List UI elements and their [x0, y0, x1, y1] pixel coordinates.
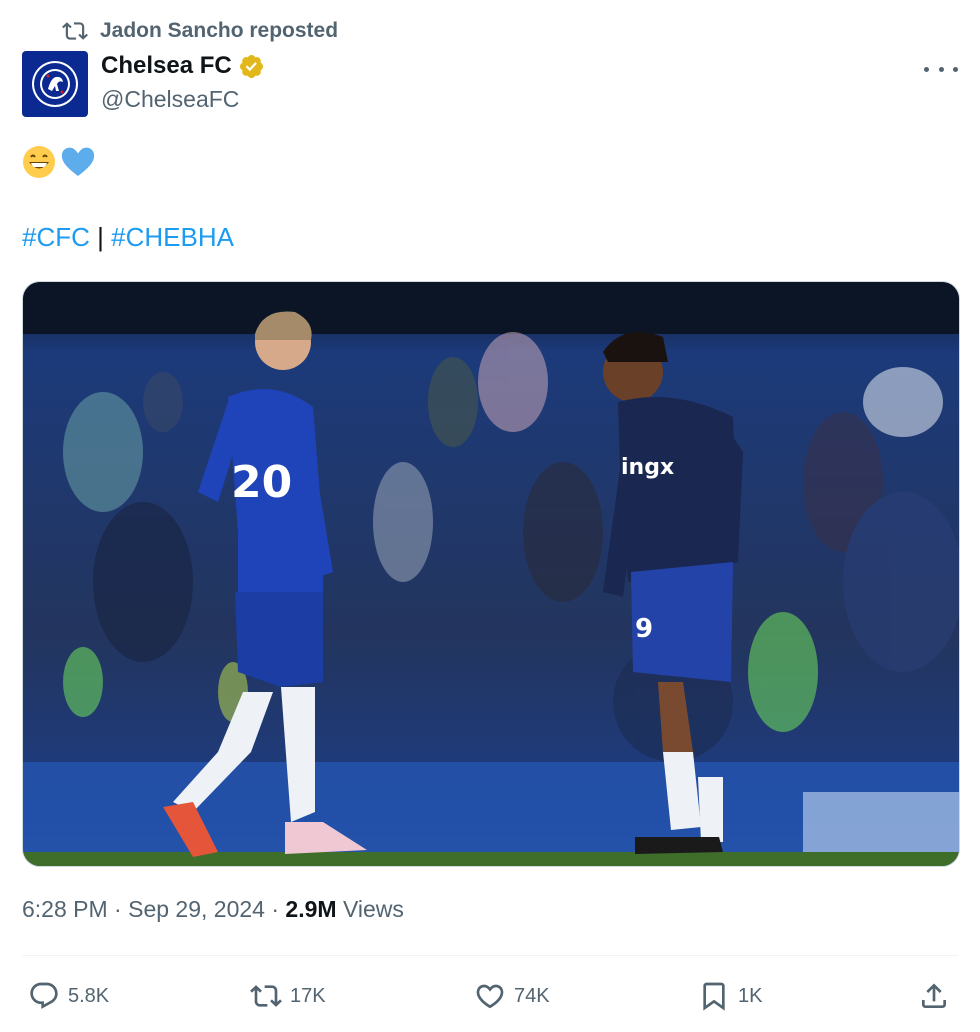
tweet-metadata: 6:28 PM · Sep 29, 2024 · 2.9M Views — [22, 896, 404, 923]
repost-button[interactable]: 17K — [250, 976, 326, 1016]
bookmark-icon — [703, 982, 725, 1011]
avatar[interactable] — [22, 51, 88, 117]
divider — [22, 955, 958, 956]
views-count: 2.9M — [285, 896, 337, 922]
reply-icon — [30, 982, 58, 1009]
like-count: 74K — [514, 984, 550, 1007]
photo-image: 20 ingx 9 — [23, 282, 959, 866]
meta-separator: · — [114, 896, 122, 922]
author-name[interactable]: Chelsea FC — [101, 52, 232, 80]
repost-icon — [62, 22, 88, 40]
verified-badge-icon — [239, 54, 263, 78]
share-icon — [922, 983, 946, 1008]
share-button[interactable] — [918, 976, 958, 1016]
reply-count: 5.8K — [68, 984, 110, 1007]
svg-text:9: 9 — [635, 614, 653, 644]
reply-button[interactable]: 5.8K — [28, 976, 109, 1016]
hashtag-cfc-link[interactable]: #CFC — [22, 222, 90, 252]
more-dot — [953, 66, 958, 72]
more-options-button[interactable] — [924, 54, 958, 84]
author-handle[interactable]: @ChelseaFC — [101, 86, 239, 113]
chelsea-crest-icon — [32, 61, 78, 107]
blue-heart-icon — [61, 147, 95, 176]
tweet-date[interactable]: Sep 29, 2024 — [128, 896, 265, 922]
bookmark-button[interactable]: 1K — [698, 976, 762, 1016]
repost-icon — [250, 985, 282, 1007]
action-bar: 5.8K 17K 74K 1K — [0, 976, 980, 1016]
author-name-row[interactable]: Chelsea FC — [101, 52, 265, 80]
meta-separator: · — [271, 896, 280, 922]
repost-indicator[interactable]: Jadon Sancho reposted — [62, 16, 338, 46]
heart-icon — [476, 984, 504, 1009]
tweet-photo[interactable]: 20 ingx 9 — [22, 281, 960, 867]
svg-text:20: 20 — [231, 457, 292, 508]
tweet-hashtags: #CFC | #CHEBHA — [22, 222, 234, 253]
bookmark-count: 1K — [738, 984, 763, 1007]
like-button[interactable]: 74K — [474, 976, 550, 1016]
tweet-emojis — [22, 145, 96, 179]
repost-text: Jadon Sancho reposted — [100, 19, 339, 42]
views-label: Views — [342, 896, 404, 922]
hashtag-chebha-link[interactable]: #CHEBHA — [111, 222, 234, 252]
grinning-face-icon — [23, 146, 55, 178]
repost-count: 17K — [290, 984, 326, 1007]
tweet-time[interactable]: 6:28 PM — [22, 896, 108, 922]
svg-text:ingx: ingx — [621, 455, 674, 480]
more-dot — [938, 66, 944, 72]
hashtag-separator: | — [97, 222, 104, 252]
more-dot — [924, 66, 929, 72]
